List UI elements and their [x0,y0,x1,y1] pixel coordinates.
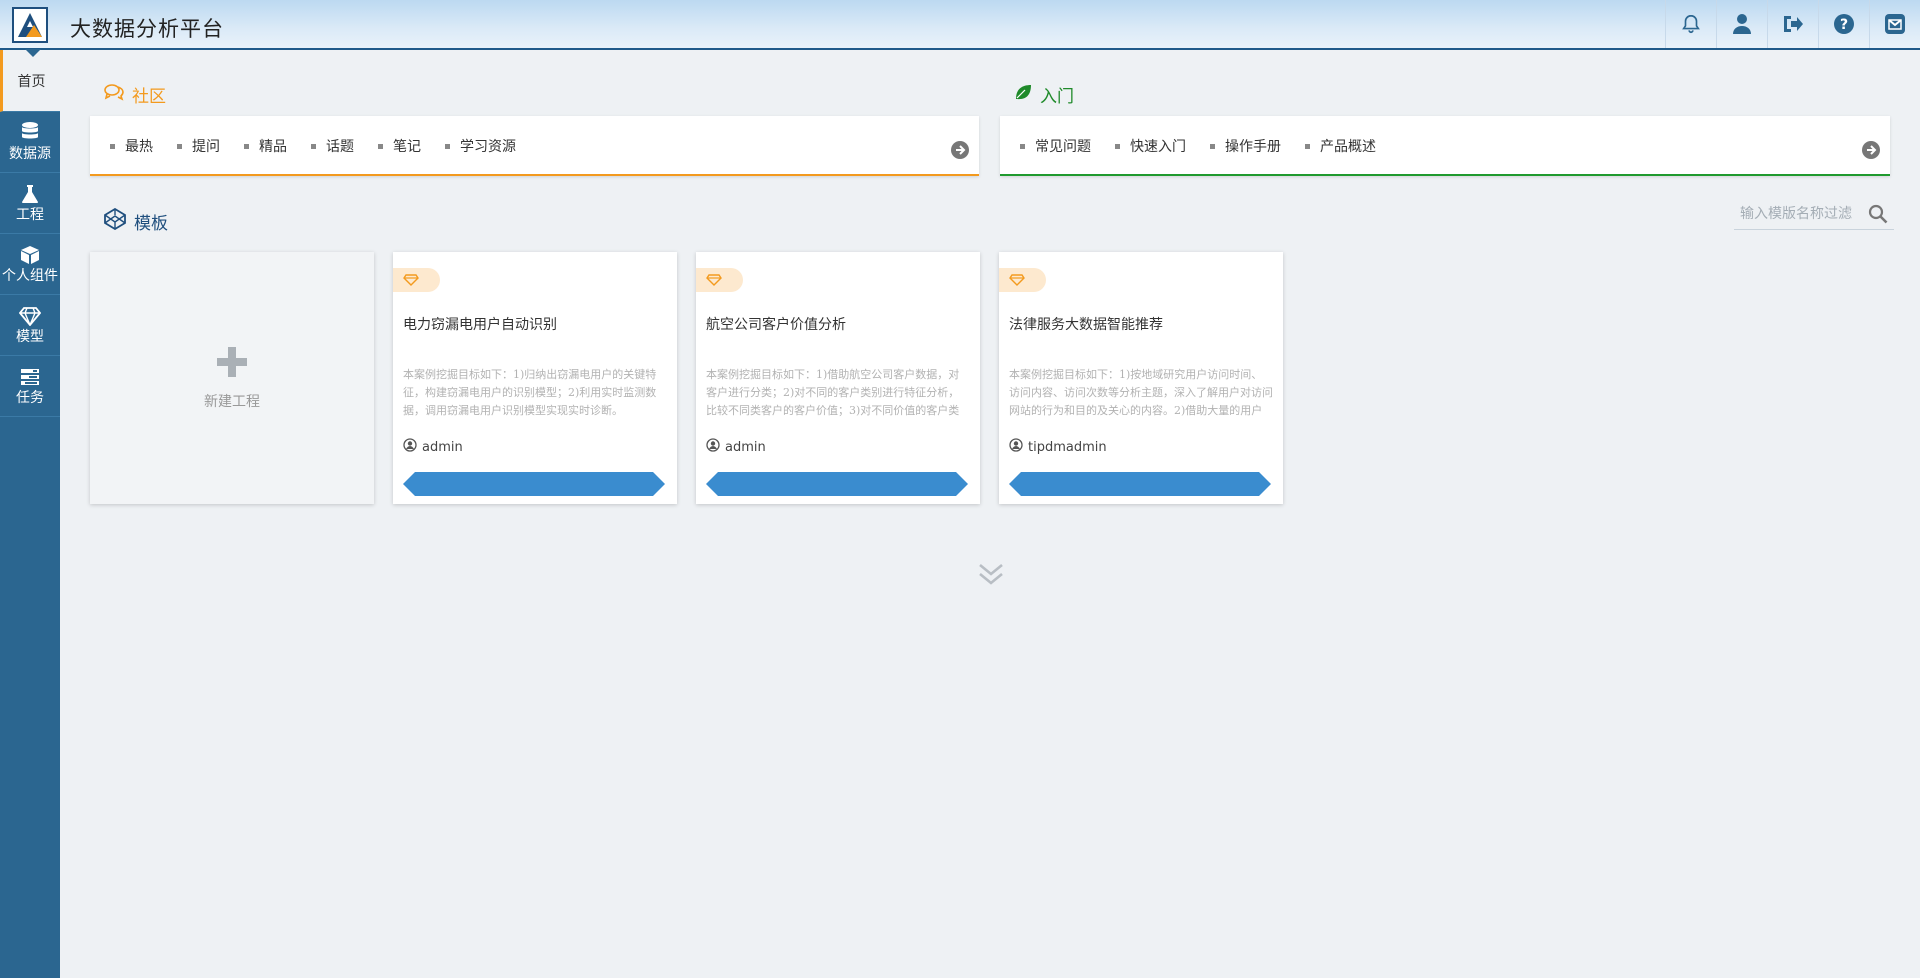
arrow-right-icon[interactable] [951,141,969,159]
community-link-hot[interactable]: 最热 [110,136,153,156]
template-card[interactable]: 航空公司客户价值分析 本案例挖掘目标如下：1)借助航空公司客户数据，对客户进行分… [696,252,980,504]
mail-icon[interactable] [1869,0,1920,48]
bell-icon[interactable] [1665,0,1716,48]
tasks-icon [20,365,40,387]
badge [999,268,1046,292]
new-project-card[interactable]: 新建工程 [90,252,374,504]
sidebar-item-model[interactable]: 模型 [0,295,60,356]
sidebar-item-label: 数据源 [9,146,51,162]
card-author-name: tipdmadmin [1028,439,1107,455]
intro-link-quickstart[interactable]: 快速入门 [1115,136,1186,156]
card-author-name: admin [422,439,463,455]
sidebar-item-label: 模型 [16,329,44,345]
intro-panel: 常见问题 快速入门 操作手册 产品概述 [1000,116,1890,176]
card-description: 本案例挖掘目标如下：1)按地域研究用户访问时间、访问内容、访问次数等分析主题，深… [1009,368,1273,417]
templates-title-text: 模板 [134,214,168,234]
sidebar-item-label: 工程 [16,207,44,223]
cube-icon [20,243,40,265]
sidebar-item-tasks[interactable]: 任务 [0,356,60,417]
card-title[interactable]: 法律服务大数据智能推荐 [1009,314,1163,334]
search-icon[interactable] [1868,204,1888,228]
header-toolbar: ? [1665,0,1920,48]
top-header: 大数据分析平台 ? [0,0,1920,50]
user-icon[interactable] [1716,0,1767,48]
card-description: 本案例挖掘目标如下：1)借助航空公司客户数据，对客户进行分类；2)对不同的客户类… [706,368,960,417]
diamond-icon [403,271,419,290]
template-card[interactable]: 法律服务大数据智能推荐 本案例挖掘目标如下：1)按地域研究用户访问时间、访问内容… [999,252,1283,504]
template-filter-input[interactable] [1734,198,1868,230]
card-action-bar[interactable] [403,472,665,496]
plus-icon [215,345,249,383]
card-author-name: admin [725,439,766,455]
templates-title: 模板 [104,207,168,235]
user-circle-icon [403,438,417,456]
sidebar-item-project[interactable]: 工程 [0,173,60,234]
intro-link-faq[interactable]: 常见问题 [1020,136,1091,156]
intro-title[interactable]: 入门 [1014,82,1074,107]
sidebar-item-label: 任务 [16,390,44,406]
card-title[interactable]: 电力窃漏电用户自动识别 [403,314,557,334]
svg-text:?: ? [1840,17,1848,33]
card-author: admin [403,438,463,456]
intro-link-overview[interactable]: 产品概述 [1305,136,1376,156]
card-action-bar[interactable] [706,472,968,496]
chevron-double-down-icon[interactable] [978,562,1004,590]
card-title[interactable]: 航空公司客户价值分析 [706,314,846,334]
user-circle-icon [706,438,720,456]
app-logo[interactable] [12,7,48,43]
arrow-right-icon[interactable] [1862,141,1880,159]
comments-icon [104,83,124,106]
community-title[interactable]: 社区 [104,82,166,107]
sidebar-item-home[interactable]: 首页 [0,49,60,112]
card-author: admin [706,438,766,456]
leaf-icon [1014,83,1032,106]
logout-icon[interactable] [1767,0,1818,48]
new-project-label: 新建工程 [204,394,260,410]
badge [696,268,743,292]
card-action-bar[interactable] [1009,472,1271,496]
community-title-text: 社区 [132,87,166,107]
diamond-icon [19,304,41,326]
intro-title-text: 入门 [1040,87,1074,107]
sidebar-item-label: 首页 [17,73,46,90]
community-link-resources[interactable]: 学习资源 [445,136,516,156]
database-icon [20,121,40,143]
community-panel: 最热 提问 精品 话题 笔记 学习资源 [90,116,979,176]
diamond-icon [706,271,722,290]
community-link-topic[interactable]: 话题 [311,136,354,156]
flask-icon [21,182,39,204]
app-title: 大数据分析平台 [70,17,224,41]
help-icon[interactable]: ? [1818,0,1869,48]
user-circle-icon [1009,438,1023,456]
template-card[interactable]: 电力窃漏电用户自动识别 本案例挖掘目标如下：1)归纳出窃漏电用户的关键特征，构建… [393,252,677,504]
community-link-question[interactable]: 提问 [177,136,220,156]
card-description: 本案例挖掘目标如下：1)归纳出窃漏电用户的关键特征，构建窃漏电用户的识别模型；2… [403,368,657,417]
template-filter [1734,198,1894,230]
codepen-icon [104,207,126,235]
card-author: tipdmadmin [1009,438,1107,456]
sidebar-item-label: 个人组件 [2,268,58,284]
sidebar-item-datasource[interactable]: 数据源 [0,112,60,173]
intro-link-manual[interactable]: 操作手册 [1210,136,1281,156]
community-link-featured[interactable]: 精品 [244,136,287,156]
diamond-icon [1009,271,1025,290]
badge [393,268,440,292]
sidebar-item-components[interactable]: 个人组件 [0,234,60,295]
sidebar: 首页 数据源 工程 个人组件 模型 任务 [0,49,60,978]
community-link-notes[interactable]: 笔记 [378,136,421,156]
